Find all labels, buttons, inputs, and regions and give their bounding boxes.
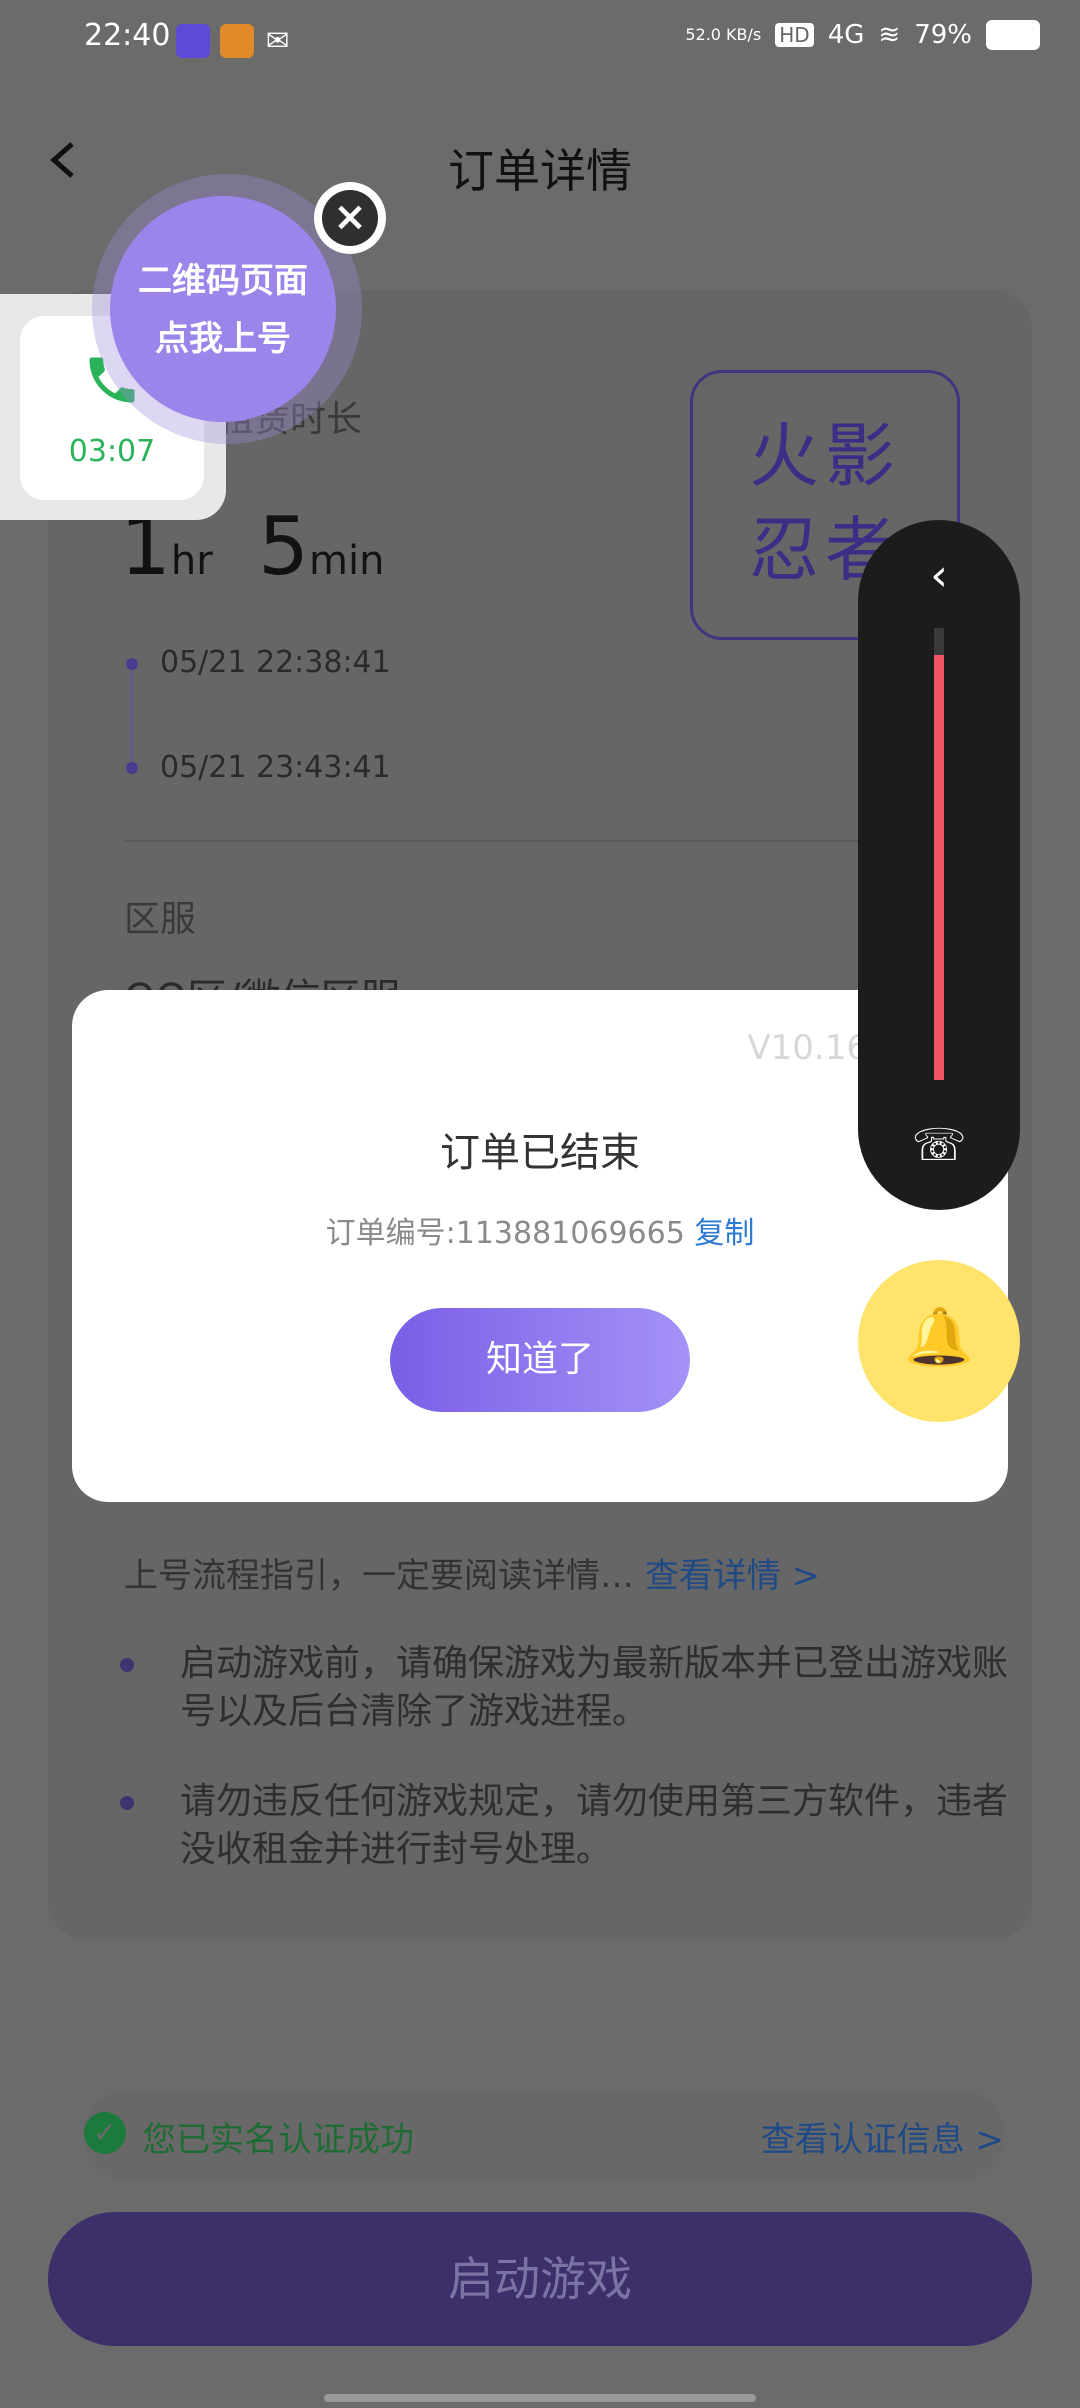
call-volume-icon[interactable]: ☏: [858, 1120, 1020, 1171]
close-icon: ×: [322, 190, 378, 246]
start-game-button[interactable]: 启动游戏: [48, 2212, 1032, 2346]
hours-unit: hr: [170, 538, 213, 584]
wifi-icon: ≋: [878, 20, 901, 50]
home-indicator[interactable]: [324, 2394, 756, 2402]
bell-icon: 🔔: [904, 1305, 974, 1370]
bullet-text: 启动游戏前，请确保游戏为最新版本并已登出游戏账号以及后台清除了游戏进程。: [180, 1643, 1009, 1732]
chevron-left-icon[interactable]: ‹: [858, 550, 1020, 601]
duration-minutes: 5: [258, 500, 310, 593]
qr-line1: 二维码页面: [138, 261, 308, 301]
bullet-dot: [120, 1796, 134, 1810]
minutes-unit: min: [309, 538, 385, 584]
start-time: 05/21 22:38:41: [160, 645, 391, 680]
version-text: V10.16: [747, 1028, 868, 1068]
server-label: 区服: [124, 899, 197, 940]
volume-fill: [934, 655, 944, 1080]
start-dot: [126, 658, 138, 670]
divider: [124, 840, 864, 842]
guide-line: 上号流程指引，一定要阅读详情… 查看详情 >: [124, 1548, 820, 1597]
game-stamp-line1: 火影: [749, 415, 901, 497]
qr-line2: 点我上号: [155, 319, 291, 359]
game-app-icon: [220, 24, 254, 58]
verified-text: 您已实名认证成功: [142, 2120, 414, 2160]
order-number: 订单编号:113881069665 复制: [72, 1208, 1008, 1252]
battery-icon: [986, 20, 1040, 50]
bullet-text: 请勿违反任何游戏规定，请勿使用第三方软件，违者没收租金并进行封号处理。: [180, 1781, 1009, 1870]
guide-bullet: 启动游戏前，请确保游戏为最新版本并已登出游戏账号以及后台清除了游戏进程。: [120, 1640, 1080, 1740]
copy-button[interactable]: 复制: [694, 1216, 754, 1251]
view-verification-link[interactable]: 查看认证信息 >: [761, 2112, 1004, 2161]
got-it-button[interactable]: 知道了: [390, 1308, 690, 1412]
verification-bar: ✓ 您已实名认证成功 查看认证信息 >: [84, 2090, 1004, 2180]
call-timer: 03:07: [68, 434, 156, 469]
status-time: 22:40: [84, 18, 171, 53]
volume-panel: ‹ ☏: [858, 520, 1020, 1210]
end-dot: [126, 762, 138, 774]
signal-icon: 4G: [827, 20, 865, 50]
assist-app-icon: [176, 24, 210, 58]
timeline-line: [130, 670, 133, 770]
order-number-text: 订单编号:113881069665: [325, 1216, 685, 1251]
check-icon: ✓: [84, 2112, 126, 2154]
bullet-dot: [120, 1658, 134, 1672]
view-details-link[interactable]: 查看详情 >: [645, 1556, 820, 1596]
battery-level: 79%: [914, 20, 972, 50]
status-right: 52.0 KB/s HD 4G ≋ 79%: [685, 20, 1040, 50]
status-bar: 22:40 ✉ 52.0 KB/s HD 4G ≋ 79%: [0, 0, 1080, 80]
notification-bell-button[interactable]: 🔔: [858, 1260, 1020, 1422]
guide-text: 上号流程指引，一定要阅读详情…: [124, 1556, 634, 1596]
end-time: 05/21 23:43:41: [160, 750, 391, 785]
net-speed: 52.0 KB/s: [685, 25, 762, 44]
hd-icon: HD: [775, 23, 814, 47]
close-bubble-button[interactable]: ×: [314, 182, 386, 254]
qr-login-bubble[interactable]: 二维码页面 点我上号: [110, 196, 336, 422]
wechat-icon: ✉: [266, 24, 290, 57]
guide-bullet: 请勿违反任何游戏规定，请勿使用第三方软件，违者没收租金并进行封号处理。: [120, 1778, 1080, 1878]
